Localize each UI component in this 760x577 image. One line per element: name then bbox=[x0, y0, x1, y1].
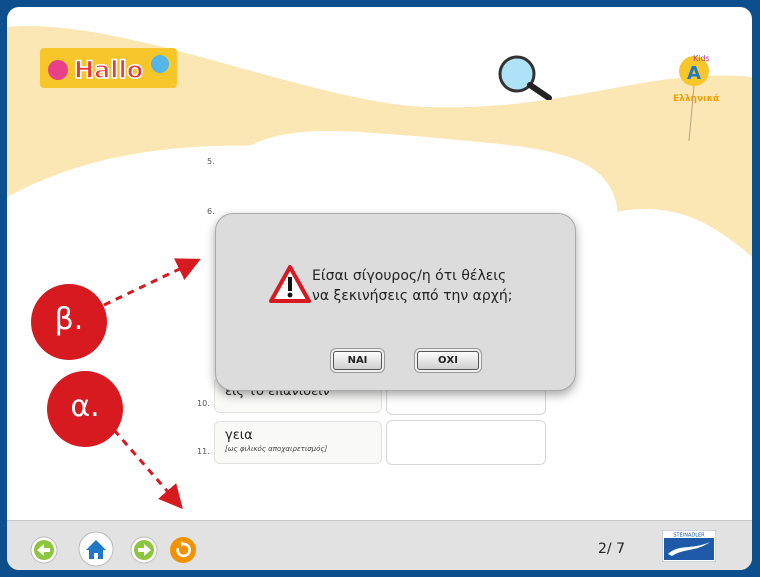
row-number: 6. bbox=[207, 207, 215, 216]
row-number: 5. bbox=[207, 157, 215, 166]
svg-text:Ελληνικά: Ελληνικά bbox=[673, 94, 719, 104]
dialog-message-line: να ξεκινήσεις από την αρχή; bbox=[312, 288, 513, 304]
svg-text:Hallo: Hallo bbox=[74, 56, 143, 84]
restart-icon[interactable] bbox=[169, 536, 197, 564]
no-button[interactable]: ΟΧΙ bbox=[417, 351, 479, 370]
hallo-logo: Hallo bbox=[40, 48, 177, 88]
dialog-message: Είσαι σίγουρος/η ότι θέλεις να ξεκινήσει… bbox=[312, 266, 512, 306]
svg-text:Kids: Kids bbox=[693, 54, 710, 63]
steinadler-logo: STEINADLER bbox=[662, 530, 716, 562]
word-note: [ως φιλικός αποχαιρετισμός] bbox=[225, 445, 328, 453]
confirm-dialog: Είσαι σίγουρος/η ότι θέλεις να ξεκινήσει… bbox=[215, 213, 576, 391]
row-number: 11. bbox=[197, 447, 210, 456]
app-frame: Hallo A Kids Ελληνικά 5. 6. 10. εις το ε… bbox=[7, 7, 752, 570]
yes-button[interactable]: ΝΑΙ bbox=[333, 351, 382, 370]
home-icon[interactable] bbox=[78, 531, 114, 567]
annotation-badge-beta: β. bbox=[31, 284, 107, 360]
kids-a-logo: A Kids Ελληνικά bbox=[673, 54, 719, 142]
magnifier-icon[interactable] bbox=[497, 54, 555, 100]
answer-field[interactable] bbox=[386, 420, 546, 465]
warning-triangle-icon bbox=[269, 265, 311, 303]
arrow-right-icon[interactable] bbox=[130, 536, 158, 564]
word-text: γεια bbox=[225, 428, 253, 443]
svg-text:A: A bbox=[687, 63, 701, 84]
page-indicator: 2/ 7 bbox=[598, 541, 625, 557]
publisher-name: STEINADLER bbox=[673, 533, 705, 539]
dialog-message-line: Είσαι σίγουρος/η ότι θέλεις bbox=[312, 268, 507, 284]
bottom-toolbar: 2/ 7 STEINADLER bbox=[7, 520, 752, 570]
annotation-badge-alpha: α. bbox=[47, 371, 123, 447]
word-cell: γεια [ως φιλικός αποχαιρετισμός] bbox=[214, 421, 382, 464]
arrow-left-icon[interactable] bbox=[30, 536, 58, 564]
row-number: 10. bbox=[197, 399, 210, 408]
